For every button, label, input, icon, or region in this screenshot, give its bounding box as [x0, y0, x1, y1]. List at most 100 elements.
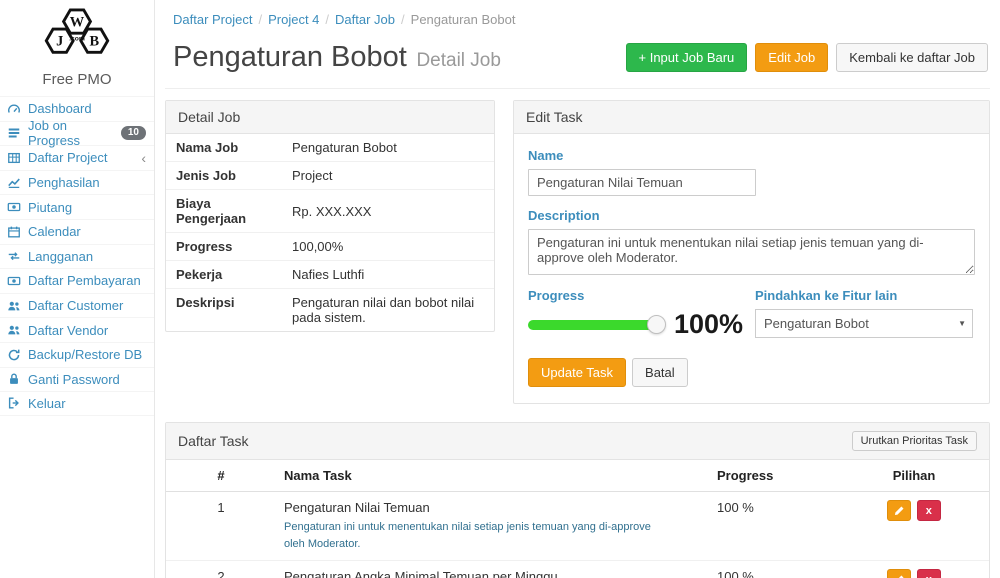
- edit-task-panel-title: Edit Task: [526, 109, 583, 125]
- chevron-left-icon: ‹: [141, 151, 146, 165]
- svg-text:.com: .com: [69, 36, 85, 43]
- pencil-icon: [893, 505, 905, 517]
- task-description: Pengaturan ini untuk menentukan nilai se…: [284, 519, 701, 552]
- detail-job-panel-title: Detail Job: [178, 109, 240, 125]
- task-progress: 100 %: [709, 492, 839, 561]
- sidebar-item-label: Ganti Password: [28, 372, 120, 387]
- task-name-input[interactable]: [528, 169, 756, 196]
- sidebar-item-label: Dashboard: [28, 101, 92, 116]
- calendar-icon: [6, 224, 21, 239]
- breadcrumb-link-daftar-project[interactable]: Daftar Project: [173, 12, 252, 27]
- table-row: PekerjaNafies Luthfi: [166, 261, 494, 289]
- sidebar-item-calendar[interactable]: Calendar: [0, 219, 154, 244]
- sidebar-item-label: Langganan: [28, 249, 93, 264]
- sidebar-item-label: Piutang: [28, 200, 72, 215]
- name-label: Name: [528, 148, 975, 163]
- daftar-task-panel-title: Daftar Task: [178, 433, 249, 449]
- sidebar-item-label: Daftar Vendor: [28, 323, 108, 338]
- svg-text:W: W: [70, 14, 85, 30]
- column-header-nama-task: Nama Task: [276, 460, 709, 492]
- gauge-icon: [6, 101, 21, 116]
- task-description-textarea[interactable]: Pengaturan ini untuk menentukan nilai se…: [528, 229, 975, 275]
- detail-job-table: Nama JobPengaturan Bobot Jenis JobProjec…: [166, 134, 494, 331]
- retweet-icon: [6, 249, 21, 264]
- sidebar-item-daftar-vendor[interactable]: Daftar Vendor: [0, 317, 154, 342]
- sidebar-item-job-on-progress[interactable]: Job on Progress 10: [0, 121, 154, 146]
- progress-percent-value: 100%: [674, 309, 743, 340]
- breadcrumb-link-project-4[interactable]: Project 4: [268, 12, 319, 27]
- page-header: Pengaturan Bobot Detail Job + Input Job …: [165, 27, 990, 89]
- breadcrumb-link-daftar-job[interactable]: Daftar Job: [335, 12, 395, 27]
- delete-task-button[interactable]: x: [917, 569, 941, 578]
- update-task-button[interactable]: Update Task: [528, 358, 626, 387]
- task-name: Pengaturan Angka Minimal Temuan per Ming…: [284, 569, 701, 578]
- table-row: Progress100,00%: [166, 233, 494, 261]
- progress-slider-handle[interactable]: [647, 315, 666, 334]
- table-row: 2 Pengaturan Angka Minimal Temuan per Mi…: [166, 561, 989, 578]
- sidebar-item-keluar[interactable]: Keluar: [0, 391, 154, 416]
- progress-label: Progress: [528, 288, 743, 303]
- jwb-hexagon-logo-icon: W J B .com: [29, 6, 125, 62]
- pindahkan-label: Pindahkan ke Fitur lain: [755, 288, 973, 303]
- lock-icon: [6, 372, 21, 387]
- delete-task-button[interactable]: x: [917, 500, 941, 521]
- kembali-ke-daftar-job-button[interactable]: Kembali ke daftar Job: [836, 43, 988, 72]
- column-header-progress: Progress: [709, 460, 839, 492]
- progress-slider[interactable]: [528, 320, 658, 330]
- sidebar-item-dashboard[interactable]: Dashboard: [0, 96, 154, 121]
- edit-job-button[interactable]: Edit Job: [755, 43, 828, 72]
- sidebar-item-label: Daftar Customer: [28, 298, 123, 313]
- sidebar-menu: Dashboard Job on Progress 10 Daftar Proj…: [0, 96, 154, 416]
- job-count-badge: 10: [121, 126, 146, 140]
- sidebar-item-label: Penghasilan: [28, 175, 100, 190]
- input-job-baru-button[interactable]: + Input Job Baru: [626, 43, 748, 72]
- table-row: Biaya PengerjaanRp. XXX.XXX: [166, 190, 494, 233]
- users-icon: [6, 298, 21, 313]
- table-row: 1 Pengaturan Nilai Temuan Pengaturan ini…: [166, 492, 989, 561]
- users-icon: [6, 323, 21, 338]
- sidebar-item-daftar-project[interactable]: Daftar Project ‹: [0, 145, 154, 170]
- sidebar-item-ganti-password[interactable]: Ganti Password: [0, 367, 154, 392]
- sidebar-item-backup-restore-db[interactable]: Backup/Restore DB: [0, 342, 154, 367]
- tasks-icon: [6, 126, 21, 141]
- description-label: Description: [528, 208, 975, 223]
- line-chart-icon: [6, 175, 21, 190]
- sidebar-item-piutang[interactable]: Piutang: [0, 194, 154, 219]
- jwb-logo: W J B .com: [0, 0, 154, 69]
- edit-task-panel: Edit Task Name Description Pengaturan in…: [513, 100, 990, 404]
- daftar-task-panel: Daftar Task Urutkan Prioritas Task # Nam…: [165, 422, 990, 578]
- sidebar-item-penghasilan[interactable]: Penghasilan: [0, 170, 154, 195]
- pindahkan-fitur-select[interactable]: Pengaturan Bobot ▼: [755, 309, 973, 338]
- sidebar: W J B .com Free PMO Dashboard Job on Pro…: [0, 0, 155, 578]
- sidebar-item-label: Daftar Pembayaran: [28, 273, 141, 288]
- column-header-pilihan: Pilihan: [839, 460, 989, 492]
- edit-task-button[interactable]: [887, 500, 911, 521]
- detail-job-panel: Detail Job Nama JobPengaturan Bobot Jeni…: [165, 100, 495, 332]
- sidebar-item-label: Keluar: [28, 396, 66, 411]
- batal-button[interactable]: Batal: [632, 358, 688, 387]
- app-window: W J B .com Free PMO Dashboard Job on Pro…: [0, 0, 1000, 578]
- page-title: Pengaturan Bobot: [173, 41, 407, 73]
- sidebar-item-daftar-customer[interactable]: Daftar Customer: [0, 293, 154, 318]
- daftar-task-table: # Nama Task Progress Pilihan 1 Pengatura…: [166, 460, 989, 578]
- sidebar-item-label: Daftar Project: [28, 150, 107, 165]
- column-header-num: #: [166, 460, 276, 492]
- pencil-icon: [893, 574, 905, 578]
- refresh-icon: [6, 347, 21, 362]
- task-progress: 100 %: [709, 561, 839, 578]
- sidebar-item-langganan[interactable]: Langganan: [0, 244, 154, 269]
- main-content: Daftar Project/Project 4/Daftar Job/Peng…: [155, 0, 1000, 578]
- sidebar-item-label: Job on Progress: [28, 118, 114, 148]
- edit-task-button[interactable]: [887, 569, 911, 578]
- sidebar-item-label: Calendar: [28, 224, 81, 239]
- svg-text:J: J: [56, 34, 63, 50]
- urutkan-prioritas-task-button-top[interactable]: Urutkan Prioritas Task: [852, 431, 977, 451]
- table-row: Nama JobPengaturan Bobot: [166, 134, 494, 162]
- sign-out-icon: [6, 396, 21, 411]
- sidebar-item-daftar-pembayaran[interactable]: Daftar Pembayaran: [0, 268, 154, 293]
- table-row: DeskripsiPengaturan nilai dan bobot nila…: [166, 289, 494, 332]
- table-icon: [6, 150, 21, 165]
- table-row: Jenis JobProject: [166, 162, 494, 190]
- page-subtitle: Detail Job: [416, 50, 501, 71]
- sidebar-item-label: Backup/Restore DB: [28, 347, 142, 362]
